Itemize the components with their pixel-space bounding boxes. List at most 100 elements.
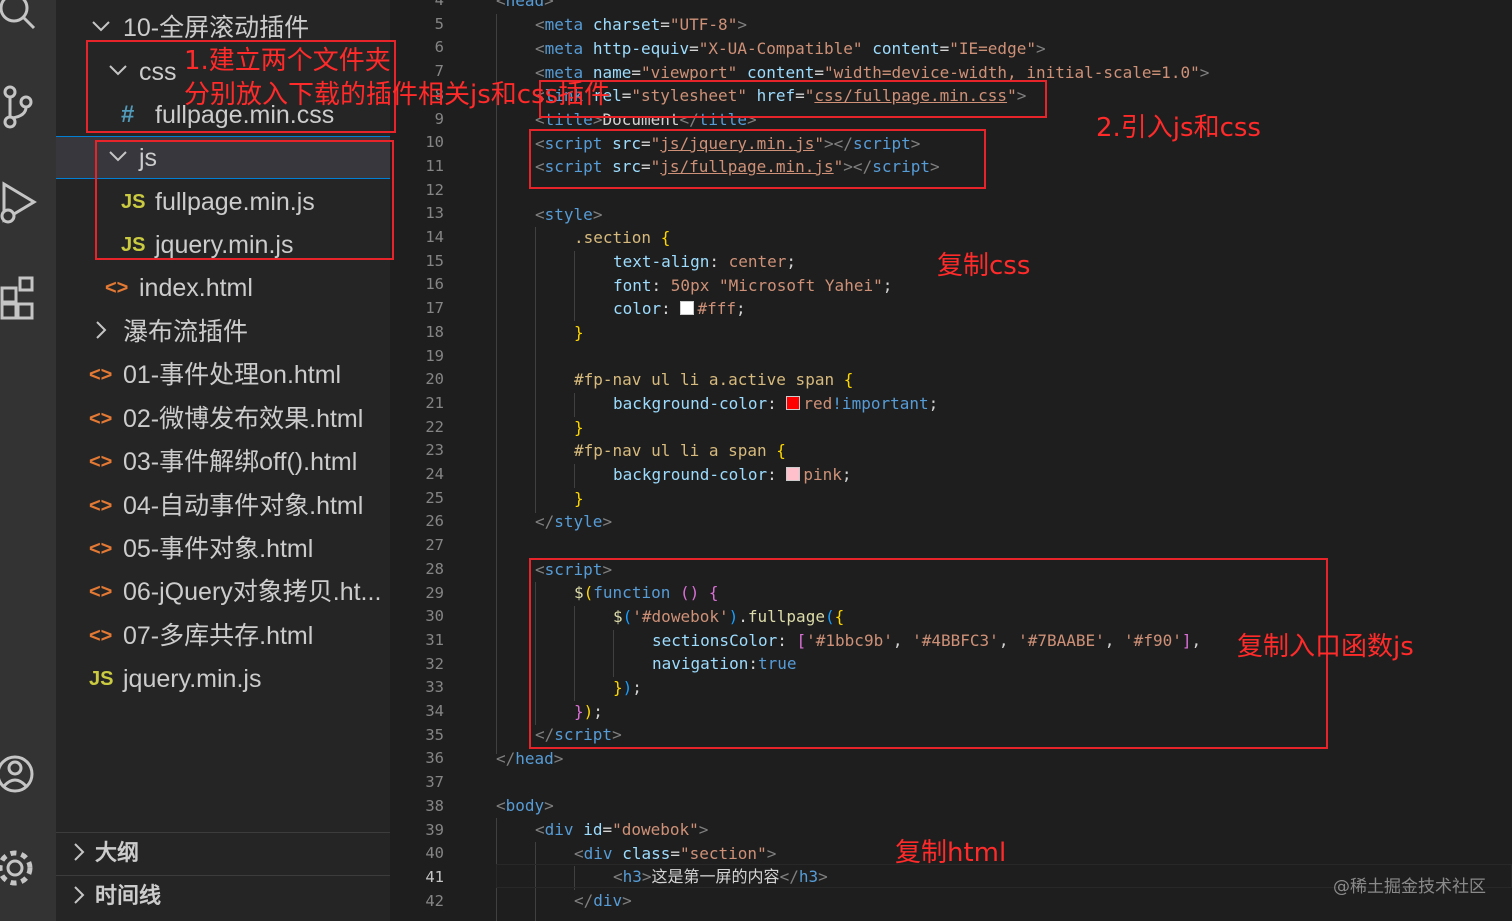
line-number: 39 — [425, 820, 444, 839]
line-number: 29 — [425, 583, 444, 602]
html-file-icon: <> — [89, 451, 113, 473]
line-number: 12 — [425, 180, 444, 199]
indent-guide — [535, 227, 536, 513]
line-number: 28 — [425, 559, 444, 578]
line-number: 35 — [425, 725, 444, 744]
code-line-36: </head> — [496, 749, 564, 768]
tree-file-01[interactable]: <> 01-事件处理on.html — [56, 354, 390, 396]
tree-item-label: jquery.min.js — [123, 665, 262, 693]
code-line-41: <h3>这是第一屏的内容</h3> — [613, 867, 828, 886]
code-line-22: } — [574, 418, 584, 437]
code-line-38: <body> — [496, 796, 554, 815]
code-line-26: </style> — [535, 512, 613, 531]
line-number: 14 — [425, 228, 444, 246]
code-line-42: </div> — [574, 891, 632, 910]
html-file-icon: <> — [89, 495, 113, 517]
indent-guide — [574, 251, 575, 321]
color-swatch-red[interactable] — [786, 396, 801, 410]
line-number: 40 — [425, 844, 444, 863]
tree-file-02[interactable]: <> 02-微博发布效果.html — [56, 398, 390, 440]
annotation-text: 2.引入js和css — [1096, 113, 1261, 143]
line-number: 21 — [425, 393, 444, 412]
line-number: 17 — [425, 299, 444, 318]
line-number: 34 — [425, 702, 444, 720]
tree-file-jquery-root[interactable]: JS jquery.min.js — [56, 658, 390, 700]
panel-label: 大纲 — [95, 841, 140, 866]
line-number: 5 — [434, 14, 444, 33]
line-number: 4 — [434, 0, 444, 9]
tree-file-03[interactable]: <> 03-事件解绑off().html — [56, 441, 390, 483]
tree-item-label: 瀑布流插件 — [123, 318, 249, 346]
line-number: 30 — [425, 607, 444, 626]
annotation-text: 分别放入下载的插件相关js和css插件 — [184, 80, 611, 110]
color-swatch-white[interactable] — [680, 301, 695, 315]
timeline-panel-header[interactable]: 时间线 — [56, 876, 390, 918]
line-number: 37 — [425, 773, 444, 792]
line-number: 25 — [425, 488, 444, 507]
chevron-right-icon — [68, 876, 90, 921]
line-number: 33 — [425, 678, 444, 697]
source-control-icon[interactable] — [0, 82, 40, 132]
annotation-text: 复制入口函数js — [1237, 632, 1414, 662]
line-number: 26 — [425, 512, 444, 531]
indent-guide — [496, 14, 497, 754]
tree-item-label: 06-jQuery对象拷贝.ht... — [123, 578, 382, 606]
tree-file-05[interactable]: <> 05-事件对象.html — [56, 528, 390, 570]
watermark: @稀土掘金技术社区 — [1333, 877, 1486, 897]
tree-item-label: 07-多库共存.html — [123, 622, 314, 650]
line-number: 32 — [425, 654, 444, 673]
code-line-17: color: #fff; — [613, 299, 746, 318]
search-icon[interactable] — [0, 0, 40, 40]
line-number: 20 — [425, 370, 444, 389]
account-icon[interactable] — [0, 748, 40, 798]
line-number: 36 — [425, 749, 444, 768]
code-line-18: } — [574, 323, 584, 342]
annotation-box-entry-function — [529, 558, 1328, 749]
tree-file-07[interactable]: <> 07-多库共存.html — [56, 615, 390, 657]
explorer-sidebar: 10-全屏滚动插件 css # fullpage.min.css js JS f… — [56, 0, 390, 921]
tree-item-label: 03-事件解绑off().html — [123, 448, 358, 476]
activity-bar — [0, 0, 56, 921]
annotation-text: 1.建立两个文件夹 — [184, 46, 391, 76]
line-number: 13 — [425, 204, 444, 223]
code-line-6: <meta http-equiv="X-UA-Compatible" conte… — [535, 39, 1046, 58]
line-number: 23 — [425, 441, 444, 460]
tree-file-06[interactable]: <> 06-jQuery对象拷贝.ht... — [56, 571, 390, 613]
code-line-21: background-color: red!important; — [613, 394, 939, 413]
line-number: 42 — [425, 891, 444, 910]
tree-folder-waterfall[interactable]: 瀑布流插件 — [56, 311, 390, 353]
html-file-icon: <> — [89, 538, 113, 560]
code-line-40: <div class="section"> — [574, 844, 777, 863]
annotation-box-link-css — [539, 80, 1047, 118]
line-number: 15 — [425, 251, 444, 270]
tree-file-04[interactable]: <> 04-自动事件对象.html — [56, 485, 390, 527]
line-number: 10 — [425, 133, 444, 152]
code-line-14: .section { — [574, 228, 671, 247]
color-swatch-pink[interactable] — [786, 467, 801, 481]
code-line-13: <style> — [535, 205, 603, 224]
html-file-icon: <> — [89, 625, 113, 647]
code-line-20: #fp-nav ul li a.active span { — [574, 370, 854, 389]
run-debug-icon[interactable] — [0, 180, 40, 230]
settings-gear-icon[interactable] — [0, 842, 40, 892]
extensions-icon[interactable] — [0, 274, 40, 324]
html-file-icon: <> — [89, 408, 113, 430]
tree-item-label: 01-事件处理on.html — [123, 361, 342, 389]
tree-item-label: 04-自动事件对象.html — [123, 492, 364, 520]
line-number: 11 — [425, 156, 444, 175]
indent-guide — [574, 393, 575, 417]
line-number: 24 — [425, 465, 444, 483]
outline-panel-header[interactable]: 大纲 — [56, 833, 390, 875]
html-file-icon: <> — [89, 364, 113, 386]
code-line-5: <meta charset="UTF-8"> — [535, 15, 747, 34]
code-line-25: } — [574, 489, 584, 508]
chevron-right-icon — [90, 311, 112, 353]
html-file-icon: <> — [105, 277, 129, 299]
line-number: 6 — [434, 38, 444, 57]
line-number: 41 — [425, 867, 444, 886]
annotation-box-script-js — [529, 129, 986, 189]
tree-file-index-html[interactable]: <> index.html — [56, 267, 390, 309]
code-line-23: #fp-nav ul li a span { — [574, 441, 786, 460]
line-number: 38 — [425, 796, 444, 815]
code-line-4: <head> — [496, 0, 554, 10]
